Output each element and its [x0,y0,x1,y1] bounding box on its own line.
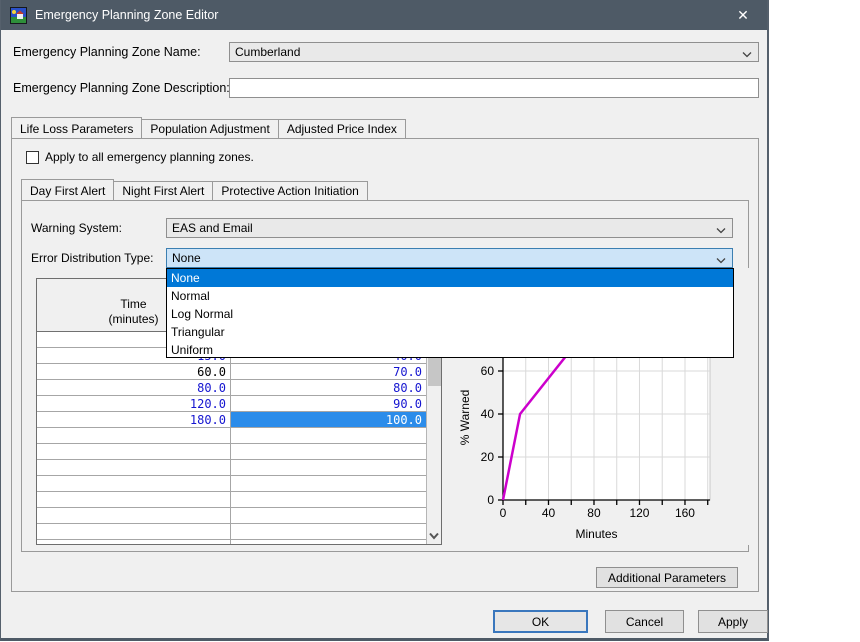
tab-adjusted-price-index[interactable]: Adjusted Price Index [278,119,406,138]
ok-button[interactable]: OK [493,610,588,633]
table-cell-time[interactable]: 80.0 [37,380,231,395]
table-cell-time[interactable] [37,508,231,523]
error-dist-value: None [172,251,201,265]
zone-name-combobox[interactable]: Cumberland [229,42,759,62]
window-title: Emergency Planning Zone Editor [35,8,218,22]
svg-text:% Warned: % Warned [458,390,472,446]
additional-parameters-button[interactable]: Additional Parameters [596,567,738,588]
table-cell-time[interactable]: 120.0 [37,396,231,411]
table-cell-warned[interactable]: 90.0 [231,396,426,411]
svg-text:Minutes: Minutes [575,527,617,541]
zone-name-label: Emergency Planning Zone Name: [13,42,201,62]
title-bar: Emergency Planning Zone Editor ✕ [1,0,767,30]
dropdown-option[interactable]: Triangular [167,323,733,341]
table-cell-time[interactable] [37,428,231,443]
table-row: 60.070.0 [37,364,427,380]
table-cell-time[interactable] [37,492,231,507]
tab-night-first-alert[interactable]: Night First Alert [113,181,213,200]
dialog-window: Emergency Planning Zone Editor ✕ Emergen… [0,0,769,641]
apply-all-zones-checkbox[interactable] [26,151,39,164]
table-cell-time[interactable] [37,524,231,539]
table-row: 120.090.0 [37,396,427,412]
error-dist-combobox[interactable]: None [166,248,733,268]
table-cell-warned[interactable] [231,476,426,491]
chevron-down-icon [716,224,726,238]
table-row [37,428,427,444]
table-cell-warned[interactable]: 80.0 [231,380,426,395]
svg-text:40: 40 [481,407,495,421]
table-row: 80.080.0 [37,380,427,396]
zone-name-value: Cumberland [235,45,300,59]
error-dist-label: Error Distribution Type: [31,248,154,268]
table-cell-time[interactable]: 180.0 [37,412,231,427]
tab-protective-action-initiation[interactable]: Protective Action Initiation [212,181,367,200]
apply-all-zones-row: Apply to all emergency planning zones. [26,150,254,164]
tab-population-adjustment[interactable]: Population Adjustment [141,119,278,138]
table-row [37,540,427,544]
warning-system-value: EAS and Email [172,221,253,235]
apply-button[interactable]: Apply [698,610,768,633]
tab-life-loss-parameters[interactable]: Life Loss Parameters [11,117,142,138]
outer-tabbar: Life Loss Parameters Population Adjustme… [11,117,406,138]
table-cell-time[interactable]: 60.0 [37,364,231,379]
app-icon [10,7,27,24]
svg-text:40: 40 [542,506,556,520]
table-scrollbar[interactable] [426,332,441,544]
table-cell-time[interactable] [37,476,231,491]
table-row [37,508,427,524]
table-row [37,492,427,508]
zone-desc-label: Emergency Planning Zone Description: [13,78,230,98]
svg-text:160: 160 [675,506,695,520]
table-cell-warned[interactable] [231,444,426,459]
scrollbar-down-arrow[interactable] [427,528,441,543]
table-cell-warned[interactable] [231,540,426,544]
table-body: 15.040.060.070.080.080.0120.090.0180.010… [37,332,427,544]
table-cell-warned[interactable]: 70.0 [231,364,426,379]
svg-text:20: 20 [481,450,495,464]
table-cell-warned[interactable] [231,428,426,443]
table-cell-time[interactable] [37,460,231,475]
cancel-button[interactable]: Cancel [605,610,684,633]
warning-system-combobox[interactable]: EAS and Email [166,218,733,238]
table-row: 180.0100.0 [37,412,427,428]
dropdown-option[interactable]: Normal [167,287,733,305]
close-icon[interactable]: ✕ [723,0,763,30]
table-cell-warned[interactable]: 100.0 [231,412,426,427]
inner-tabbar: Day First Alert Night First Alert Protec… [21,179,368,200]
error-dist-dropdown: NoneNormalLog NormalTriangularUniform [166,268,734,358]
svg-text:60: 60 [481,364,495,378]
zone-desc-input[interactable] [229,78,759,98]
warning-system-label: Warning System: [31,218,122,238]
table-cell-warned[interactable] [231,524,426,539]
apply-all-zones-label: Apply to all emergency planning zones. [45,150,254,164]
table-row [37,476,427,492]
table-row [37,524,427,540]
screen: Emergency Planning Zone Editor ✕ Emergen… [0,0,860,642]
svg-text:80: 80 [587,506,601,520]
table-row [37,460,427,476]
svg-text:120: 120 [629,506,649,520]
dropdown-option[interactable]: Log Normal [167,305,733,323]
table-cell-time[interactable] [37,444,231,459]
chevron-down-icon [716,254,726,268]
table-cell-warned[interactable] [231,492,426,507]
tab-day-first-alert[interactable]: Day First Alert [21,179,114,200]
table-cell-time[interactable] [37,540,231,544]
table-cell-warned[interactable] [231,508,426,523]
svg-text:0: 0 [500,506,507,520]
chevron-down-icon [742,48,752,62]
dropdown-option[interactable]: Uniform [167,341,733,359]
table-row [37,444,427,460]
table-cell-warned[interactable] [231,460,426,475]
dropdown-option[interactable]: None [167,269,733,287]
svg-text:0: 0 [487,493,494,507]
